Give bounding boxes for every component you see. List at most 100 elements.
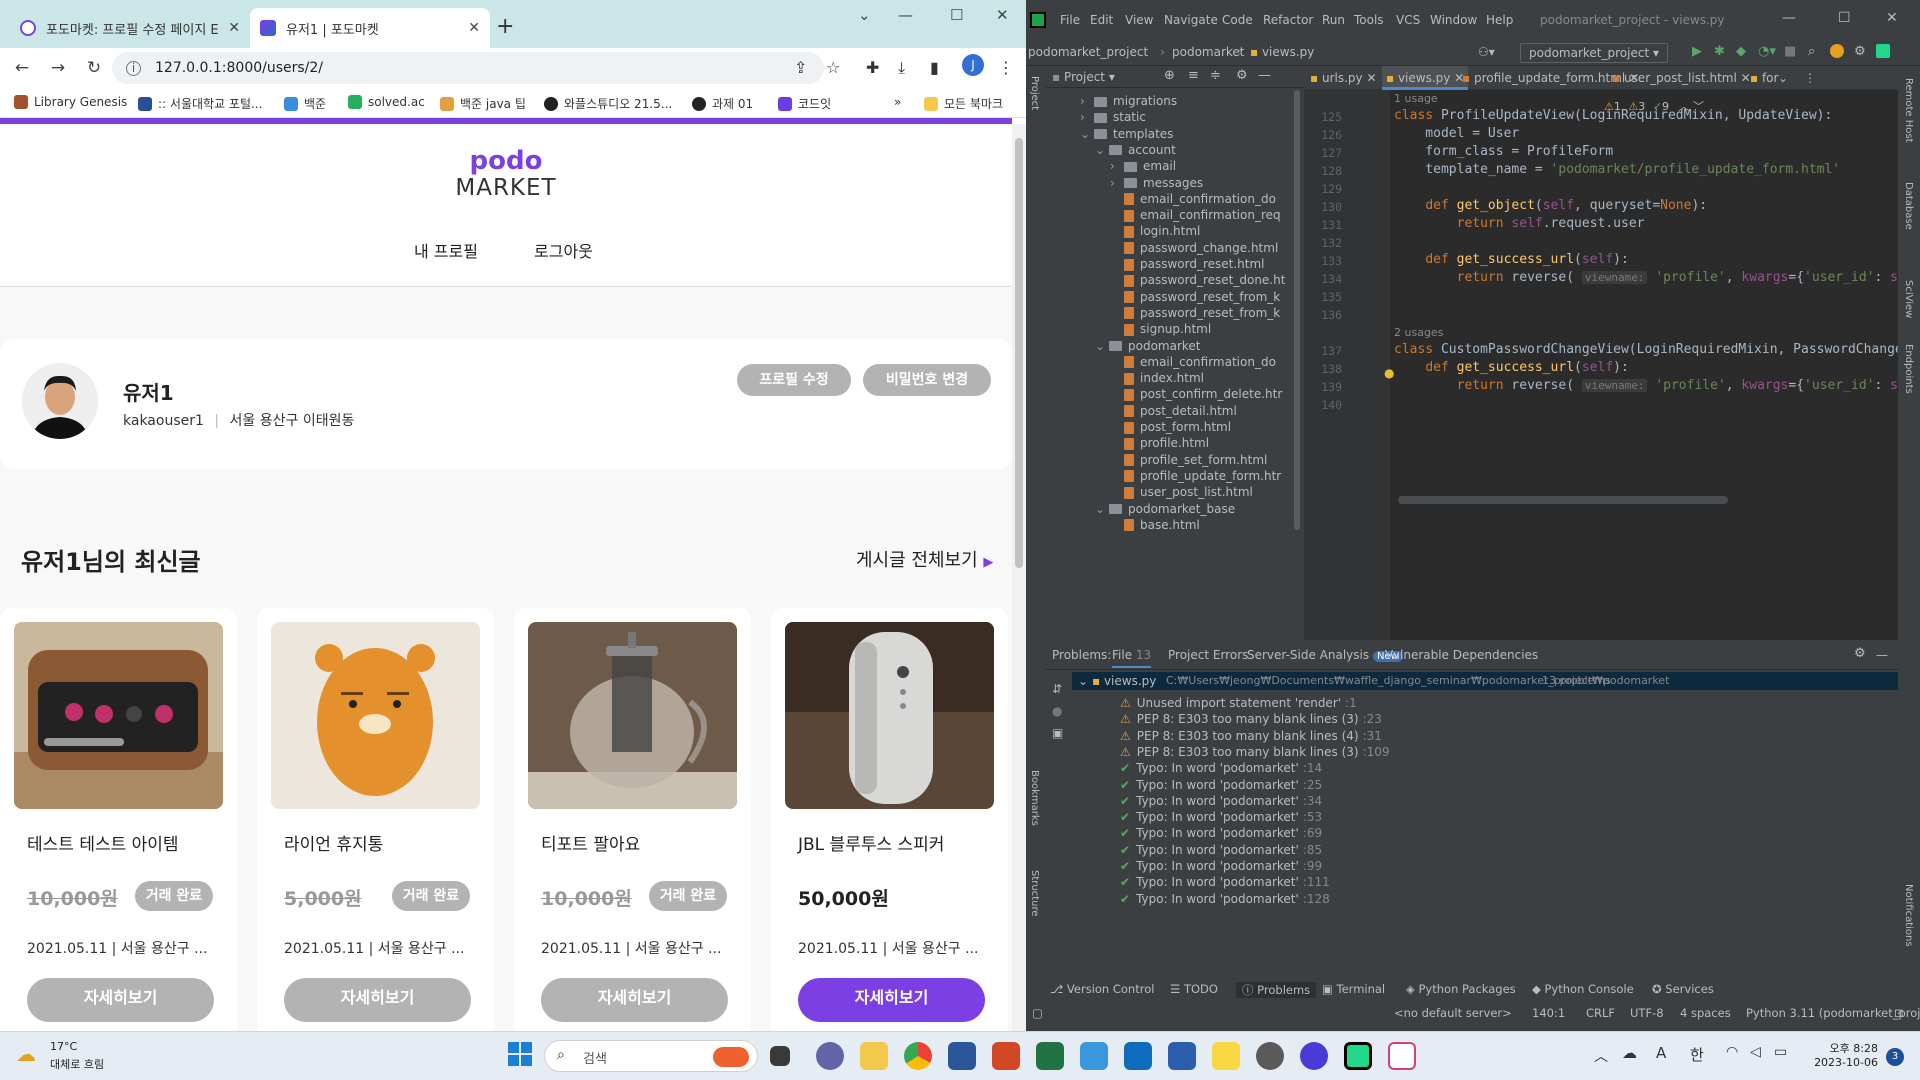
tree-file[interactable]: email_confirmation_do (1110, 192, 1276, 206)
debug-icon[interactable]: ✱ (1714, 44, 1725, 59)
tree-file[interactable]: profile_set_form.html (1110, 453, 1267, 467)
menu-window[interactable]: Window (1430, 13, 1477, 27)
run-config-select[interactable]: podomarket_project ▾ (1520, 43, 1668, 63)
tree-file[interactable]: password_reset_done.ht (1110, 273, 1285, 287)
tree-file[interactable]: post_form.html (1110, 420, 1231, 434)
taskbar-search[interactable]: ⌕ 검색 (544, 1040, 758, 1072)
status-indent[interactable]: 4 spaces (1680, 1006, 1731, 1020)
code-line[interactable]: class CustomPasswordChangeView(LoginRequ… (1394, 342, 1898, 357)
code-line[interactable]: def get_object(self, queryset=None): (1394, 198, 1707, 213)
menu-tools[interactable]: Tools (1354, 13, 1384, 27)
start-icon[interactable] (508, 1042, 532, 1066)
side-tab-notifications[interactable]: Notifications (1903, 884, 1914, 947)
tab-urls-py[interactable]: ▪ urls.py ✕ (1310, 71, 1377, 85)
close-window-icon[interactable]: ✕ (996, 6, 1009, 24)
chevron-up-icon[interactable]: ︿ (1594, 1046, 1608, 1066)
problem-row[interactable]: ⚠ PEP 8: E303 too many blank lines (3):10… (1120, 745, 1390, 759)
tree-folder[interactable]: ⌄ podomarket (1095, 339, 1201, 353)
edit-profile-button[interactable]: 프로필 수정 (737, 364, 851, 396)
maximize-icon[interactable]: ☐ (950, 6, 963, 24)
problem-row[interactable]: ⚠ PEP 8: E303 too many blank lines (3):23 (1120, 712, 1382, 726)
tree-file[interactable]: post_detail.html (1110, 404, 1237, 418)
editor-more-icon[interactable]: ⋮ (1804, 71, 1816, 85)
bookmark-solved-ac[interactable]: solved.ac (348, 95, 425, 109)
hide-icon[interactable]: — (1876, 648, 1888, 662)
status-toggle-icon[interactable]: ▢ (1032, 1006, 1043, 1020)
volume-icon[interactable]: ◁ (1750, 1044, 1761, 1060)
weather-temp[interactable]: 17°C (50, 1040, 77, 1053)
problem-row[interactable]: ✔ Typo: In word 'podomarket':25 (1120, 778, 1322, 792)
minimize-icon[interactable]: — (898, 6, 913, 24)
usage-hint[interactable]: 2 usages (1394, 326, 1443, 339)
side-tab-endpoints[interactable]: Endpoints (1903, 344, 1914, 394)
close-icon[interactable]: ✕ (468, 20, 480, 36)
tree-file[interactable]: password_reset_from_k (1110, 306, 1280, 320)
code-line[interactable]: def get_success_url(self): (1394, 252, 1629, 267)
collapse-all-icon[interactable]: ≑ (1210, 68, 1221, 83)
new-tab-button[interactable]: + (496, 14, 514, 39)
task-view-icon[interactable] (770, 1046, 790, 1066)
maximize-icon[interactable]: ☐ (1838, 10, 1851, 26)
ime-indicator[interactable]: 한 (1690, 1044, 1704, 1065)
excel-icon[interactable] (1036, 1042, 1064, 1070)
locate-icon[interactable]: ⊕ (1164, 68, 1175, 83)
problem-row[interactable]: ⚠ Unused import statement 'render':1 (1120, 696, 1357, 710)
problem-row[interactable]: ✔ Typo: In word 'podomarket':111 (1120, 875, 1330, 889)
snipping-tool-icon[interactable] (1388, 1042, 1416, 1070)
menu-icon[interactable]: ⋮ (998, 58, 1014, 77)
gear-icon[interactable]: ⚙ (1854, 646, 1866, 661)
battery-icon[interactable]: ▭ (1774, 1044, 1787, 1060)
tool-services[interactable]: ✪ Services (1652, 982, 1714, 996)
forward-icon[interactable]: → (44, 58, 72, 78)
tool-version-control[interactable]: ⎇ Version Control (1050, 982, 1154, 996)
run-icon[interactable]: ▶ (1692, 44, 1702, 59)
usage-hint[interactable]: 1 usage (1394, 92, 1438, 105)
tab-server-side-analysis[interactable]: Server-Side Analysis New (1247, 648, 1403, 662)
code-line[interactable]: def get_success_url(self): (1394, 360, 1629, 375)
minimize-icon[interactable]: — (1782, 10, 1796, 26)
post-card[interactable]: JBL 블루투스 스피커 50,000원 2021.05.11 | 서울 용산구… (771, 608, 1008, 1031)
code-line[interactable]: return self.request.user (1394, 216, 1645, 231)
nav-logout[interactable]: 로그아웃 (534, 238, 593, 262)
tab-vulnerable-dependencies[interactable]: Vulnerable Dependencies (1385, 648, 1538, 662)
address-bar[interactable]: i 127.0.0.1:8000/users/2/ (112, 52, 824, 84)
browser-tab-profile-edit[interactable]: 포도마켓: 프로필 수정 페이지 E ✕ (10, 8, 250, 48)
tab-views-py[interactable]: ▪ views.py ✕ (1382, 66, 1469, 90)
profile-avatar[interactable]: J (962, 54, 984, 76)
menu-run[interactable]: Run (1322, 13, 1345, 27)
clock-time[interactable]: 오후 8:28 (1808, 1040, 1878, 1056)
side-tab-structure[interactable]: Structure (1029, 870, 1040, 917)
settings-icon[interactable] (1256, 1042, 1284, 1070)
tree-file[interactable]: index.html (1110, 371, 1204, 385)
font-icon[interactable]: A (1656, 1044, 1666, 1062)
search-icon[interactable]: ⌕ (1808, 44, 1815, 59)
code-line[interactable]: return reverse( viewname: 'profile', kwa… (1394, 270, 1898, 285)
tree-folder[interactable]: › migrations (1080, 94, 1177, 108)
tree-file[interactable]: login.html (1110, 224, 1200, 238)
preview-icon[interactable]: ▣ (1052, 726, 1063, 740)
profile-run-icon[interactable]: ◔▾ (1758, 44, 1776, 59)
lock-icon[interactable]: ⊡ (1894, 1006, 1904, 1020)
coverage-icon[interactable]: ◆ (1736, 44, 1746, 59)
problem-row[interactable]: ✔ Typo: In word 'podomarket':34 (1120, 794, 1322, 808)
side-tab-sciview[interactable]: SciView (1903, 280, 1914, 318)
gear-icon[interactable]: ⚙ (1236, 68, 1248, 83)
close-window-icon[interactable]: ✕ (1886, 10, 1898, 26)
page-scrollbar[interactable] (1012, 124, 1026, 1031)
tree-file[interactable]: profile.html (1110, 436, 1209, 450)
side-tab-bookmarks[interactable]: Bookmarks (1029, 770, 1040, 826)
pycharm-icon[interactable] (1876, 44, 1890, 58)
weather-desc[interactable]: 대체로 흐림 (50, 1056, 104, 1072)
hide-icon[interactable]: — (1258, 68, 1271, 83)
settings-icon[interactable]: ⚙ (1854, 44, 1866, 59)
breadcrumb-file[interactable]: ▪ views.py (1250, 45, 1314, 59)
code-line[interactable]: class ProfileUpdateView(LoginRequiredMix… (1394, 108, 1832, 123)
view-details-button[interactable]: 자세히보기 (27, 978, 214, 1022)
bookmarks-more-icon[interactable]: » (894, 95, 901, 109)
tree-file[interactable]: password_reset.html (1110, 257, 1265, 271)
tree-folder[interactable]: ⌄ templates (1080, 127, 1173, 141)
tool-python-console[interactable]: ◆ Python Console (1532, 982, 1634, 996)
menu-file[interactable]: File (1060, 13, 1080, 27)
lightbulb-icon[interactable]: ● (1384, 366, 1394, 380)
problem-row[interactable]: ✔ Typo: In word 'podomarket':53 (1120, 810, 1322, 824)
